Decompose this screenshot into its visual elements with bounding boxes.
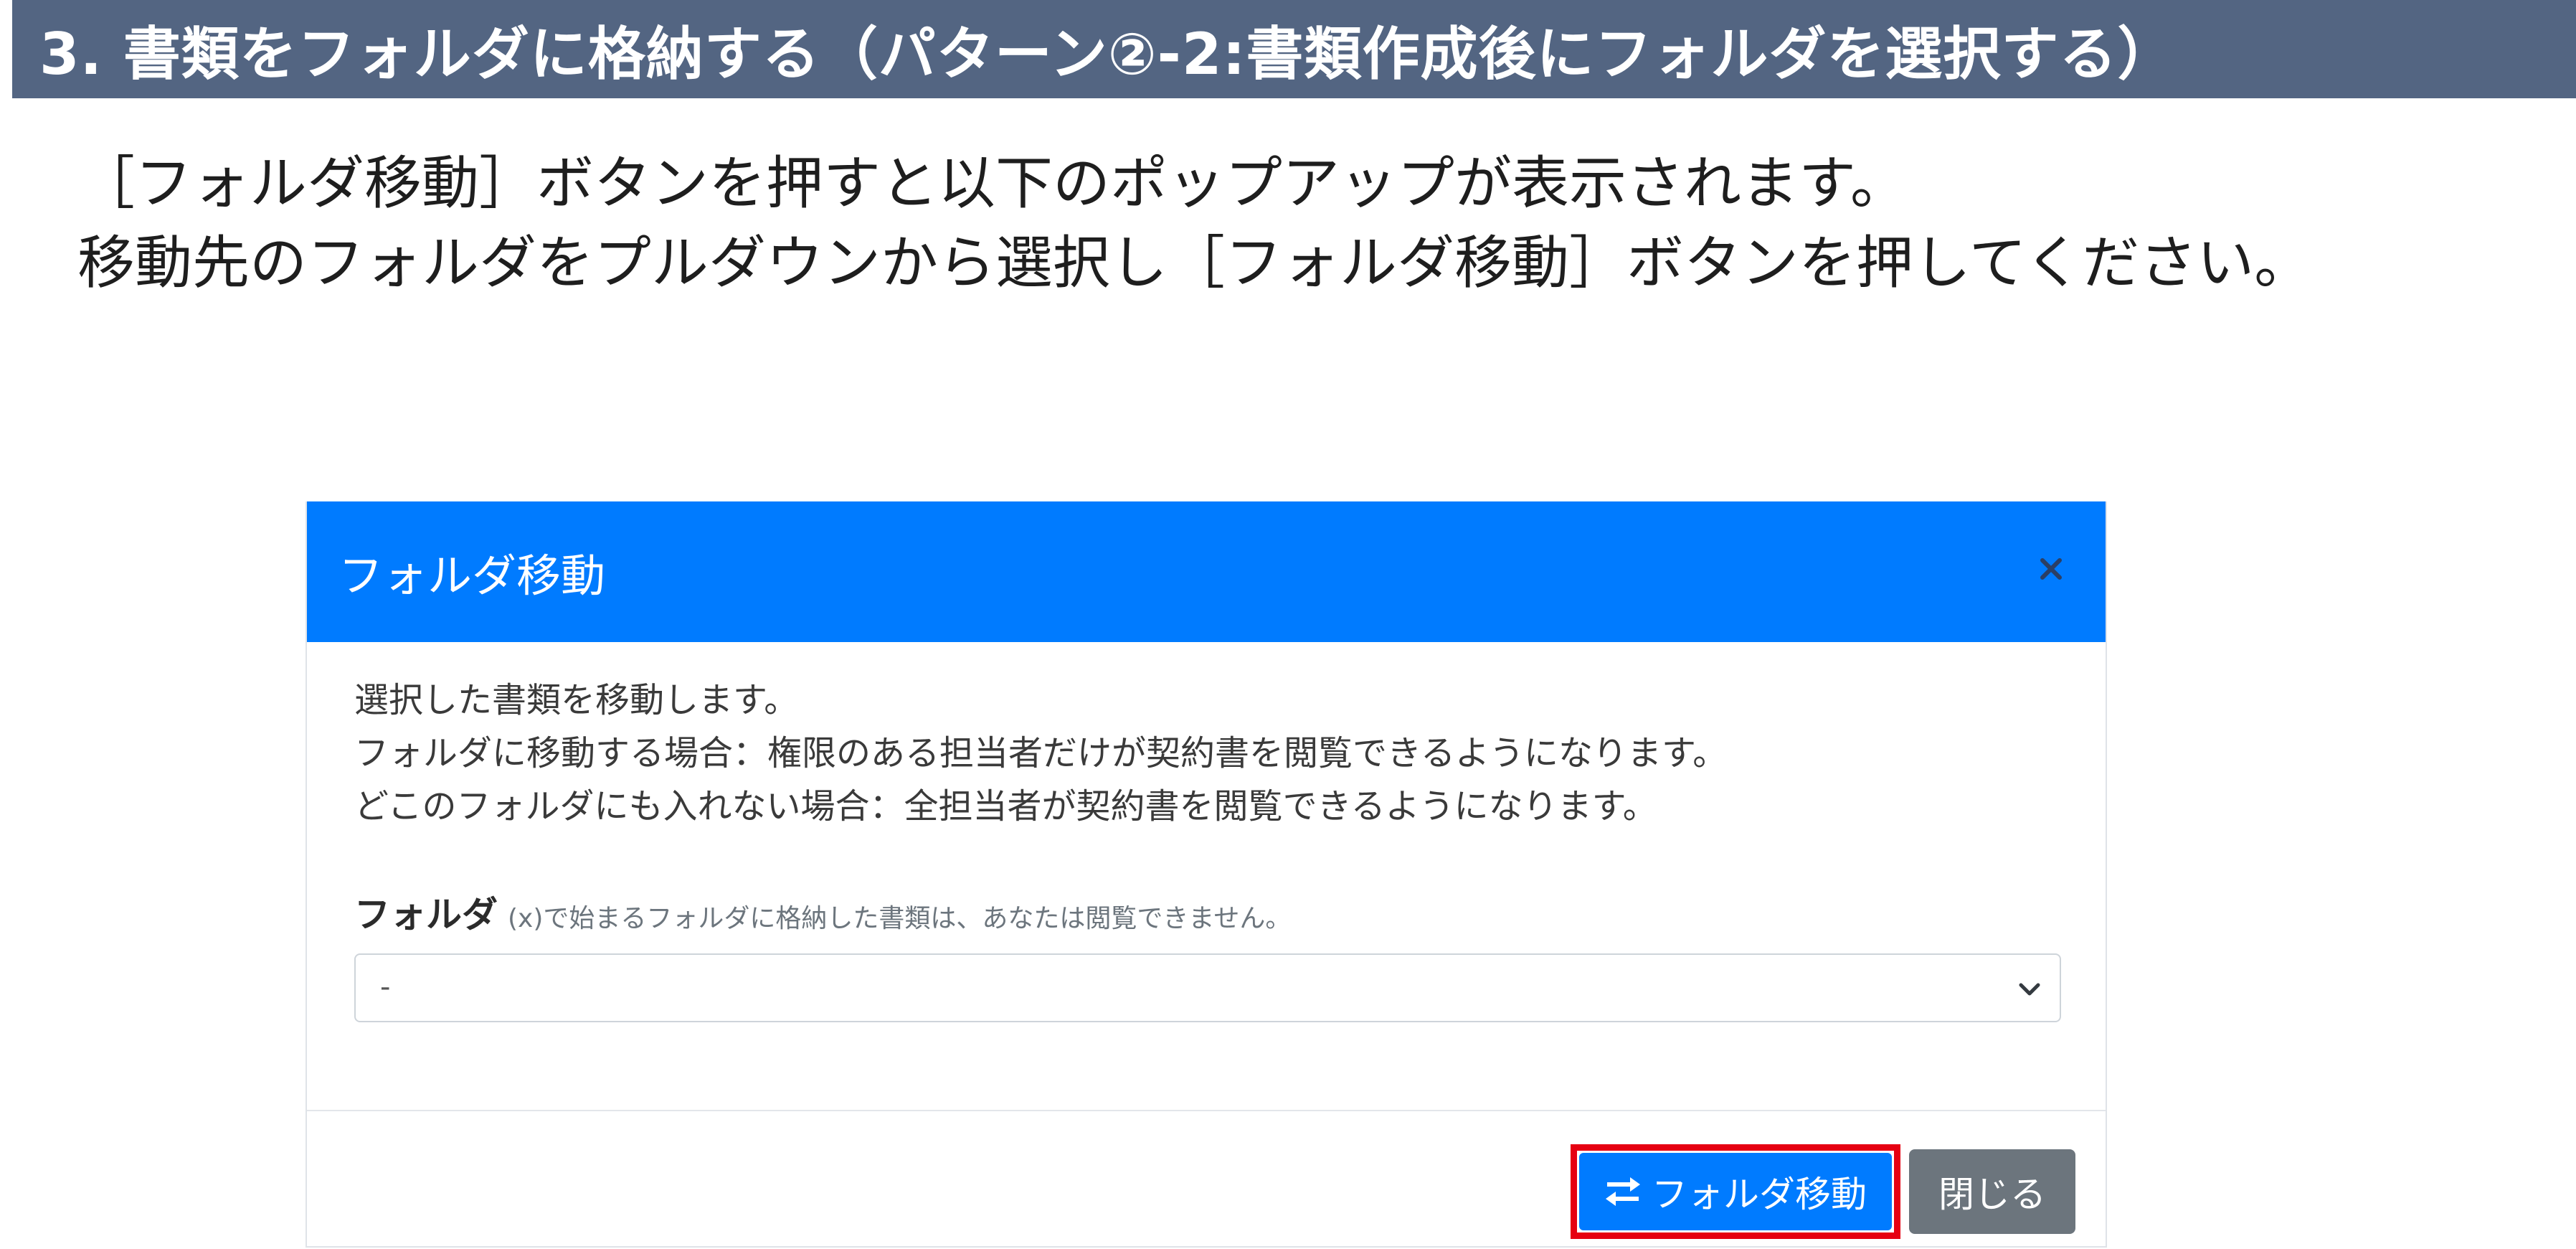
highlight-box: フォルダ移動 [1571, 1144, 1900, 1239]
folder-field-label-row: フォルダ (x)で始まるフォルダに格納した書類は、あなたは閲覧できません。 [354, 886, 2058, 938]
instruction-line-1: ［フォルダ移動］ボタンを押すと以下のポップアップが表示されます。 [77, 150, 1908, 217]
folder-field-hint: (x)で始まるフォルダに格納した書類は、あなたは閲覧できません。 [508, 904, 1292, 933]
dialog-body: 選択した書類を移動します。 フォルダに移動する場合：権限のある担当者だけが契約書… [354, 674, 2061, 1022]
dialog-footer-buttons: フォルダ移動 閉じる [1571, 1144, 2075, 1239]
chevron-down-icon [2019, 983, 2040, 996]
dialog-title: フォルダ移動 [338, 550, 606, 602]
dialog-header: フォルダ移動 [307, 501, 2106, 642]
dialog-description-2: フォルダに移動する場合：権限のある担当者だけが契約書を閲覧できるようになります。 [354, 733, 1728, 773]
folder-move-dialog: フォルダ移動 選択した書類を移動します。 フォルダに移動する場合：権限のある担当… [306, 501, 2107, 1248]
folder-move-button[interactable]: フォルダ移動 [1579, 1153, 1892, 1230]
folder-field-label: フォルダ [354, 894, 498, 935]
close-button[interactable]: 閉じる [1909, 1149, 2075, 1234]
instruction-line-2: 移動先のフォルダをプルダウンから選択し［フォルダ移動］ボタンを押してください。 [77, 230, 2312, 296]
folder-select-value: - [380, 971, 391, 1004]
swap-arrows-icon [1606, 1177, 1640, 1206]
slide-title-bar: 3. 書類をフォルダに格納する（パターン②-2:書類作成後にフォルダを選択する） [12, 0, 2576, 98]
folder-move-button-label: フォルダ移動 [1652, 1174, 1867, 1215]
dialog-footer-divider [307, 1110, 2106, 1111]
close-button-label: 閉じる [1938, 1174, 2046, 1215]
instructions: ［フォルダ移動］ボタンを押すと以下のポップアップが表示されます。 移動先のフォル… [77, 143, 2311, 303]
close-icon[interactable] [2025, 543, 2077, 595]
dialog-description-3: どこのフォルダにも入れない場合：全担当者が契約書を閲覧できるようになります。 [354, 786, 1657, 826]
dialog-description-1: 選択した書類を移動します。 [354, 680, 799, 720]
slide-title: 3. 書類をフォルダに格納する（パターン②-2:書類作成後にフォルダを選択する） [39, 20, 2176, 88]
folder-select[interactable]: - [354, 953, 2061, 1022]
